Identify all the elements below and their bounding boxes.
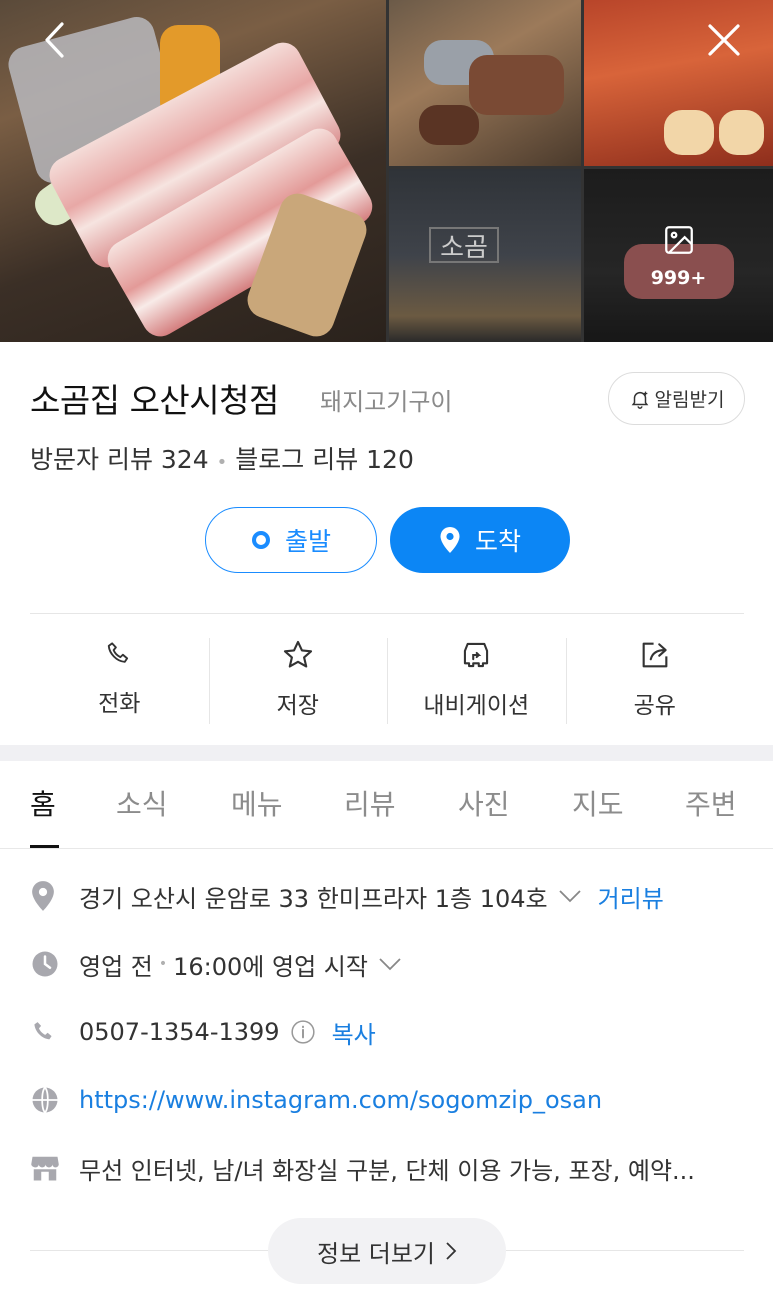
photo-gallery: 소곰 999+ xyxy=(0,0,773,342)
image-icon xyxy=(662,223,696,261)
tab-bar: 홈 소식 메뉴 리뷰 사진 지도 주변 xyxy=(0,761,773,849)
globe-icon xyxy=(30,1085,64,1115)
website-link[interactable]: https://www.instagram.com/sogomzip_osan xyxy=(79,1086,602,1114)
route-start-button[interactable]: 출발 xyxy=(205,507,377,573)
photo-count-overlay[interactable]: 999+ xyxy=(584,169,773,342)
route-end-label: 도착 xyxy=(474,527,521,556)
tab-reviews[interactable]: 리뷰 xyxy=(344,783,396,823)
save-label: 저장 xyxy=(276,693,319,719)
place-category: 돼지고기구이 xyxy=(320,388,453,416)
store-icon xyxy=(30,1154,64,1182)
tab-menu[interactable]: 메뉴 xyxy=(231,783,283,823)
call-label: 전화 xyxy=(98,691,141,717)
share-icon xyxy=(642,642,668,668)
visitor-reviews-link[interactable]: 방문자 리뷰 324 xyxy=(30,445,209,474)
copy-phone-button[interactable]: 복사 xyxy=(332,1015,376,1050)
tab-photos[interactable]: 사진 xyxy=(458,783,510,823)
tab-map[interactable]: 지도 xyxy=(572,783,624,823)
photo-grill[interactable] xyxy=(389,0,581,166)
route-start-label: 출발 xyxy=(284,527,331,556)
phone-icon xyxy=(30,1018,64,1046)
section-separator xyxy=(0,745,773,761)
photo-storefront[interactable]: 소곰 xyxy=(389,169,581,342)
amenities-text: 무선 인터넷, 남/녀 화장실 구분, 단체 이용 가능, 포장, 예약... xyxy=(79,1156,695,1185)
phone-row: 0507-1354-1399 복사 xyxy=(30,1012,750,1052)
more-info-label: 정보 더보기 xyxy=(316,1239,436,1268)
action-bar: 전화 저장 내비게이션 공유 xyxy=(30,630,744,725)
chevron-down-icon[interactable] xyxy=(558,889,582,903)
place-header: 소곰집 오산시청점 돼지고기구이 알림받기 xyxy=(30,372,745,425)
origin-dot-icon xyxy=(251,530,271,550)
navigation-label: 내비게이션 xyxy=(423,693,530,719)
close-icon xyxy=(708,24,740,56)
address-row: 경기 오산시 운암로 33 한미프라자 1층 104호 거리뷰 xyxy=(30,876,750,916)
hours-row: 영업 전 • 16:00에 영업 시작 xyxy=(30,944,750,984)
place-name: 소곰집 오산시청점 xyxy=(30,381,279,420)
share-button[interactable]: 공유 xyxy=(565,630,745,725)
chevron-right-icon xyxy=(445,1241,457,1261)
clock-icon xyxy=(30,949,64,979)
blog-reviews-link[interactable]: 블로그 리뷰 120 xyxy=(235,445,414,474)
call-button[interactable]: 전화 xyxy=(30,630,209,725)
website-row: https://www.instagram.com/sogomzip_osan xyxy=(30,1080,750,1120)
bell-icon xyxy=(631,391,648,409)
review-summary: 방문자 리뷰 324 • 블로그 리뷰 120 xyxy=(30,445,414,474)
phone-icon xyxy=(108,642,129,663)
photo-count: 999+ xyxy=(650,266,707,289)
store-sign: 소곰 xyxy=(429,227,499,263)
tab-nearby[interactable]: 주변 xyxy=(685,783,737,823)
back-button[interactable] xyxy=(32,18,76,62)
chevron-left-icon xyxy=(45,22,64,58)
alarm-label: 알림받기 xyxy=(654,389,725,411)
save-button[interactable]: 저장 xyxy=(208,630,388,725)
alarm-button[interactable]: 알림받기 xyxy=(608,372,745,425)
active-tab-indicator xyxy=(30,845,59,848)
star-icon xyxy=(283,640,312,668)
hours-text: 16:00에 영업 시작 xyxy=(173,952,368,981)
photo-more[interactable]: 999+ xyxy=(584,169,773,342)
navigation-car-icon xyxy=(464,642,489,668)
address-text[interactable]: 경기 오산시 운암로 33 한미프라자 1층 104호 xyxy=(79,879,548,914)
info-icon[interactable] xyxy=(290,1019,316,1045)
amenities-row: 무선 인터넷, 남/녀 화장실 구분, 단체 이용 가능, 포장, 예약... xyxy=(30,1148,750,1188)
close-button[interactable] xyxy=(702,18,746,62)
phone-number[interactable]: 0507-1354-1399 xyxy=(79,1018,280,1046)
route-end-button[interactable]: 도착 xyxy=(390,507,570,573)
tab-news[interactable]: 소식 xyxy=(116,783,168,823)
navigation-button[interactable]: 내비게이션 xyxy=(387,630,566,725)
divider xyxy=(30,613,744,614)
hours-status: 영업 전 xyxy=(79,952,153,981)
location-pin-icon xyxy=(439,526,461,554)
street-view-link[interactable]: 거리뷰 xyxy=(598,879,664,914)
tab-home[interactable]: 홈 xyxy=(30,783,56,823)
chevron-down-icon[interactable] xyxy=(378,957,402,971)
share-label: 공유 xyxy=(633,693,676,719)
location-pin-icon xyxy=(30,880,64,912)
more-info-button[interactable]: 정보 더보기 xyxy=(268,1218,506,1284)
